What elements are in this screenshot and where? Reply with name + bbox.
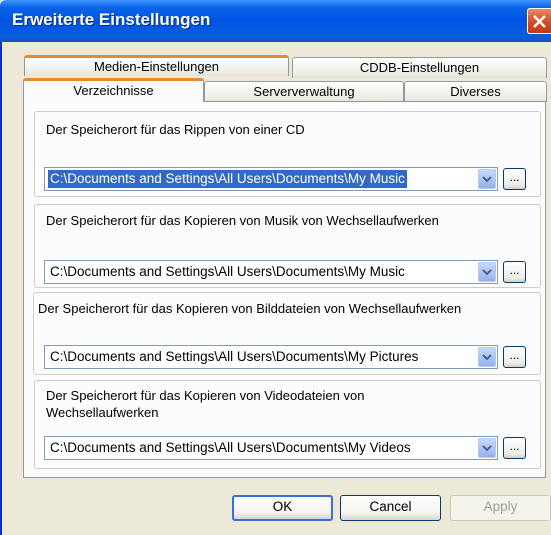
pictures-location-combo[interactable]: C:\Documents and Settings\All Users\Docu… bbox=[44, 345, 498, 369]
chevron-down-icon bbox=[482, 445, 492, 452]
music-location-combo[interactable]: C:\Documents and Settings\All Users\Docu… bbox=[44, 260, 498, 284]
window-border bbox=[0, 42, 2, 535]
videos-location-combo[interactable]: C:\Documents and Settings\All Users\Docu… bbox=[44, 436, 498, 460]
chevron-down-icon bbox=[482, 354, 492, 361]
combo-value: C:\Documents and Settings\All Users\Docu… bbox=[48, 170, 407, 188]
group-music-copy-location: Der Speicherort für das Kopieren von Mus… bbox=[34, 204, 541, 288]
window-title: Erweiterte Einstellungen bbox=[12, 10, 211, 29]
group-label: Der Speicherort für das Kopieren von Vid… bbox=[46, 388, 365, 403]
dropdown-button[interactable] bbox=[478, 262, 496, 282]
group-image-copy-location: Der Speicherort für das Kopieren von Bil… bbox=[33, 292, 541, 375]
ok-button[interactable]: OK bbox=[232, 495, 333, 521]
group-rip-location: Der Speicherort für das Rippen von einer… bbox=[34, 111, 541, 197]
dropdown-button[interactable] bbox=[478, 169, 496, 189]
browse-button[interactable]: ... bbox=[503, 261, 526, 283]
tab-serververwaltung[interactable]: Serververwaltung bbox=[204, 81, 404, 102]
combo-value: C:\Documents and Settings\All Users\Docu… bbox=[50, 349, 419, 364]
group-video-copy-location: Der Speicherort für das Kopieren von Vid… bbox=[34, 380, 541, 469]
tab-diverses[interactable]: Diverses bbox=[404, 81, 547, 102]
browse-button[interactable]: ... bbox=[503, 346, 526, 368]
combo-value: C:\Documents and Settings\All Users\Docu… bbox=[50, 440, 411, 455]
title-bar[interactable]: Erweiterte Einstellungen bbox=[0, 0, 551, 42]
group-label: Der Speicherort für das Kopieren von Bil… bbox=[38, 301, 462, 316]
dropdown-button[interactable] bbox=[478, 347, 496, 367]
group-label-line2: Wechsellaufwerken bbox=[46, 405, 159, 420]
tab-medien-einstellungen[interactable]: Medien-Einstellungen bbox=[24, 55, 289, 76]
group-label: Der Speicherort für das Rippen von einer… bbox=[46, 122, 305, 137]
tab-verzeichnisse[interactable]: Verzeichnisse bbox=[23, 78, 204, 102]
chevron-down-icon bbox=[482, 176, 492, 183]
close-icon bbox=[533, 15, 546, 28]
combo-value: C:\Documents and Settings\All Users\Docu… bbox=[50, 264, 405, 279]
cancel-button[interactable]: Cancel bbox=[340, 495, 441, 521]
dropdown-button[interactable] bbox=[478, 438, 496, 458]
group-label: Der Speicherort für das Kopieren von Mus… bbox=[46, 213, 439, 228]
rip-location-combo[interactable]: C:\Documents and Settings\All Users\Docu… bbox=[44, 167, 498, 191]
apply-button[interactable]: Apply bbox=[450, 495, 551, 521]
close-button[interactable] bbox=[527, 8, 551, 34]
tab-cddb-einstellungen[interactable]: CDDB-Einstellungen bbox=[292, 57, 547, 78]
chevron-down-icon bbox=[482, 269, 492, 276]
browse-button[interactable]: ... bbox=[503, 437, 526, 459]
browse-button[interactable]: ... bbox=[503, 168, 526, 190]
